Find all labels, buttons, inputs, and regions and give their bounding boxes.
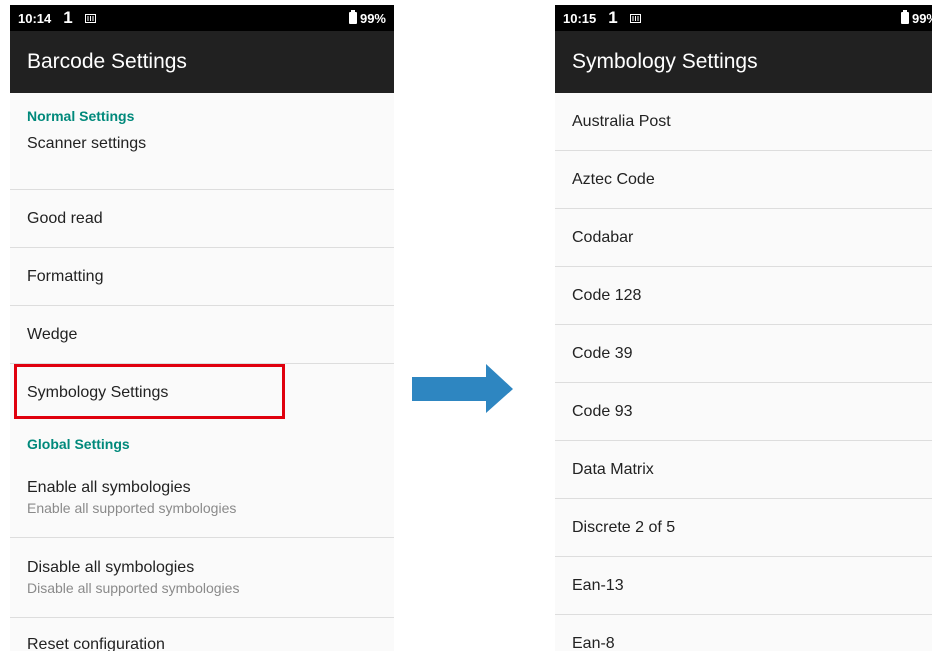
battery-level: 99% <box>911 10 932 26</box>
pref-title: Formatting <box>27 267 104 285</box>
notification-number: 1 <box>608 8 618 27</box>
pref-title: Wedge <box>27 325 78 343</box>
pref-reset-configuration[interactable]: Reset configuration <box>10 618 394 651</box>
app-bar-title: Barcode Settings <box>10 31 394 93</box>
status-bar: 10:15 1 99% <box>555 5 932 31</box>
symbology-item[interactable]: Australia Post <box>555 93 932 151</box>
symbology-title: Australia Post <box>572 112 671 130</box>
battery-indicator: 99% <box>348 10 386 26</box>
pref-wedge[interactable]: Wedge <box>10 306 394 364</box>
left-screen: 10:14 1 99% Barcode Settings Normal Sett… <box>10 5 394 651</box>
notification-number: 1 <box>63 8 73 27</box>
battery-level: 99% <box>359 10 386 26</box>
symbology-item[interactable]: Code 93 <box>555 383 932 441</box>
symbology-item[interactable]: Ean-13 <box>555 557 932 615</box>
category-normal-settings: Normal Settings <box>27 108 135 124</box>
symbology-title: Code 39 <box>572 344 633 362</box>
pref-good-read[interactable]: Good read <box>10 190 394 248</box>
symbology-item[interactable]: Code 39 <box>555 325 932 383</box>
pref-scanner-settings[interactable]: Scanner settings <box>10 126 394 190</box>
pref-title: Enable all symbologies <box>27 479 191 496</box>
pref-enable-all-symbologies[interactable]: Enable all symbologies Enable all suppor… <box>10 458 394 538</box>
symbology-item[interactable]: Code 128 <box>555 267 932 325</box>
symbology-item[interactable]: Codabar <box>555 209 932 267</box>
status-time: 10:15 <box>563 10 597 26</box>
symbology-title: Data Matrix <box>572 460 654 478</box>
right-screen: 10:15 1 99% Symbology Settings Australia… <box>555 5 932 651</box>
category-global-settings: Global Settings <box>27 436 130 452</box>
symbology-title: Ean-8 <box>572 635 615 651</box>
pref-formatting[interactable]: Formatting <box>10 248 394 306</box>
scanner-notification-icon <box>84 13 96 23</box>
arrow-right-icon <box>412 364 514 419</box>
symbology-item[interactable]: Aztec Code <box>555 151 932 209</box>
symbology-item[interactable]: Discrete 2 of 5 <box>555 499 932 557</box>
symbology-title: Code 128 <box>572 286 642 304</box>
battery-icon <box>348 10 357 24</box>
pref-disable-all-symbologies[interactable]: Disable all symbologies Disable all supp… <box>10 538 394 618</box>
status-bar: 10:14 1 99% <box>10 5 394 31</box>
status-time: 10:14 <box>18 10 52 26</box>
pref-title: Good read <box>27 209 103 227</box>
symbology-title: Discrete 2 of 5 <box>572 518 676 536</box>
symbology-item[interactable]: Ean-8 <box>555 615 932 651</box>
symbology-title: Ean-13 <box>572 576 624 594</box>
symbology-title: Code 93 <box>572 402 633 420</box>
app-bar-title: Symbology Settings <box>555 31 932 93</box>
pref-summary: Enable all supported symbologies <box>27 500 237 516</box>
pref-title: Scanner settings <box>27 135 147 152</box>
battery-icon <box>900 10 909 24</box>
highlight-box <box>14 364 285 419</box>
symbology-title: Codabar <box>572 228 634 246</box>
battery-indicator: 99% <box>900 10 932 26</box>
scanner-notification-icon <box>629 13 641 23</box>
symbology-item[interactable]: Data Matrix <box>555 441 932 499</box>
symbology-title: Aztec Code <box>572 170 655 188</box>
pref-title: Reset configuration <box>27 636 165 651</box>
pref-summary: Disable all supported symbologies <box>27 580 240 596</box>
pref-title: Disable all symbologies <box>27 559 195 576</box>
